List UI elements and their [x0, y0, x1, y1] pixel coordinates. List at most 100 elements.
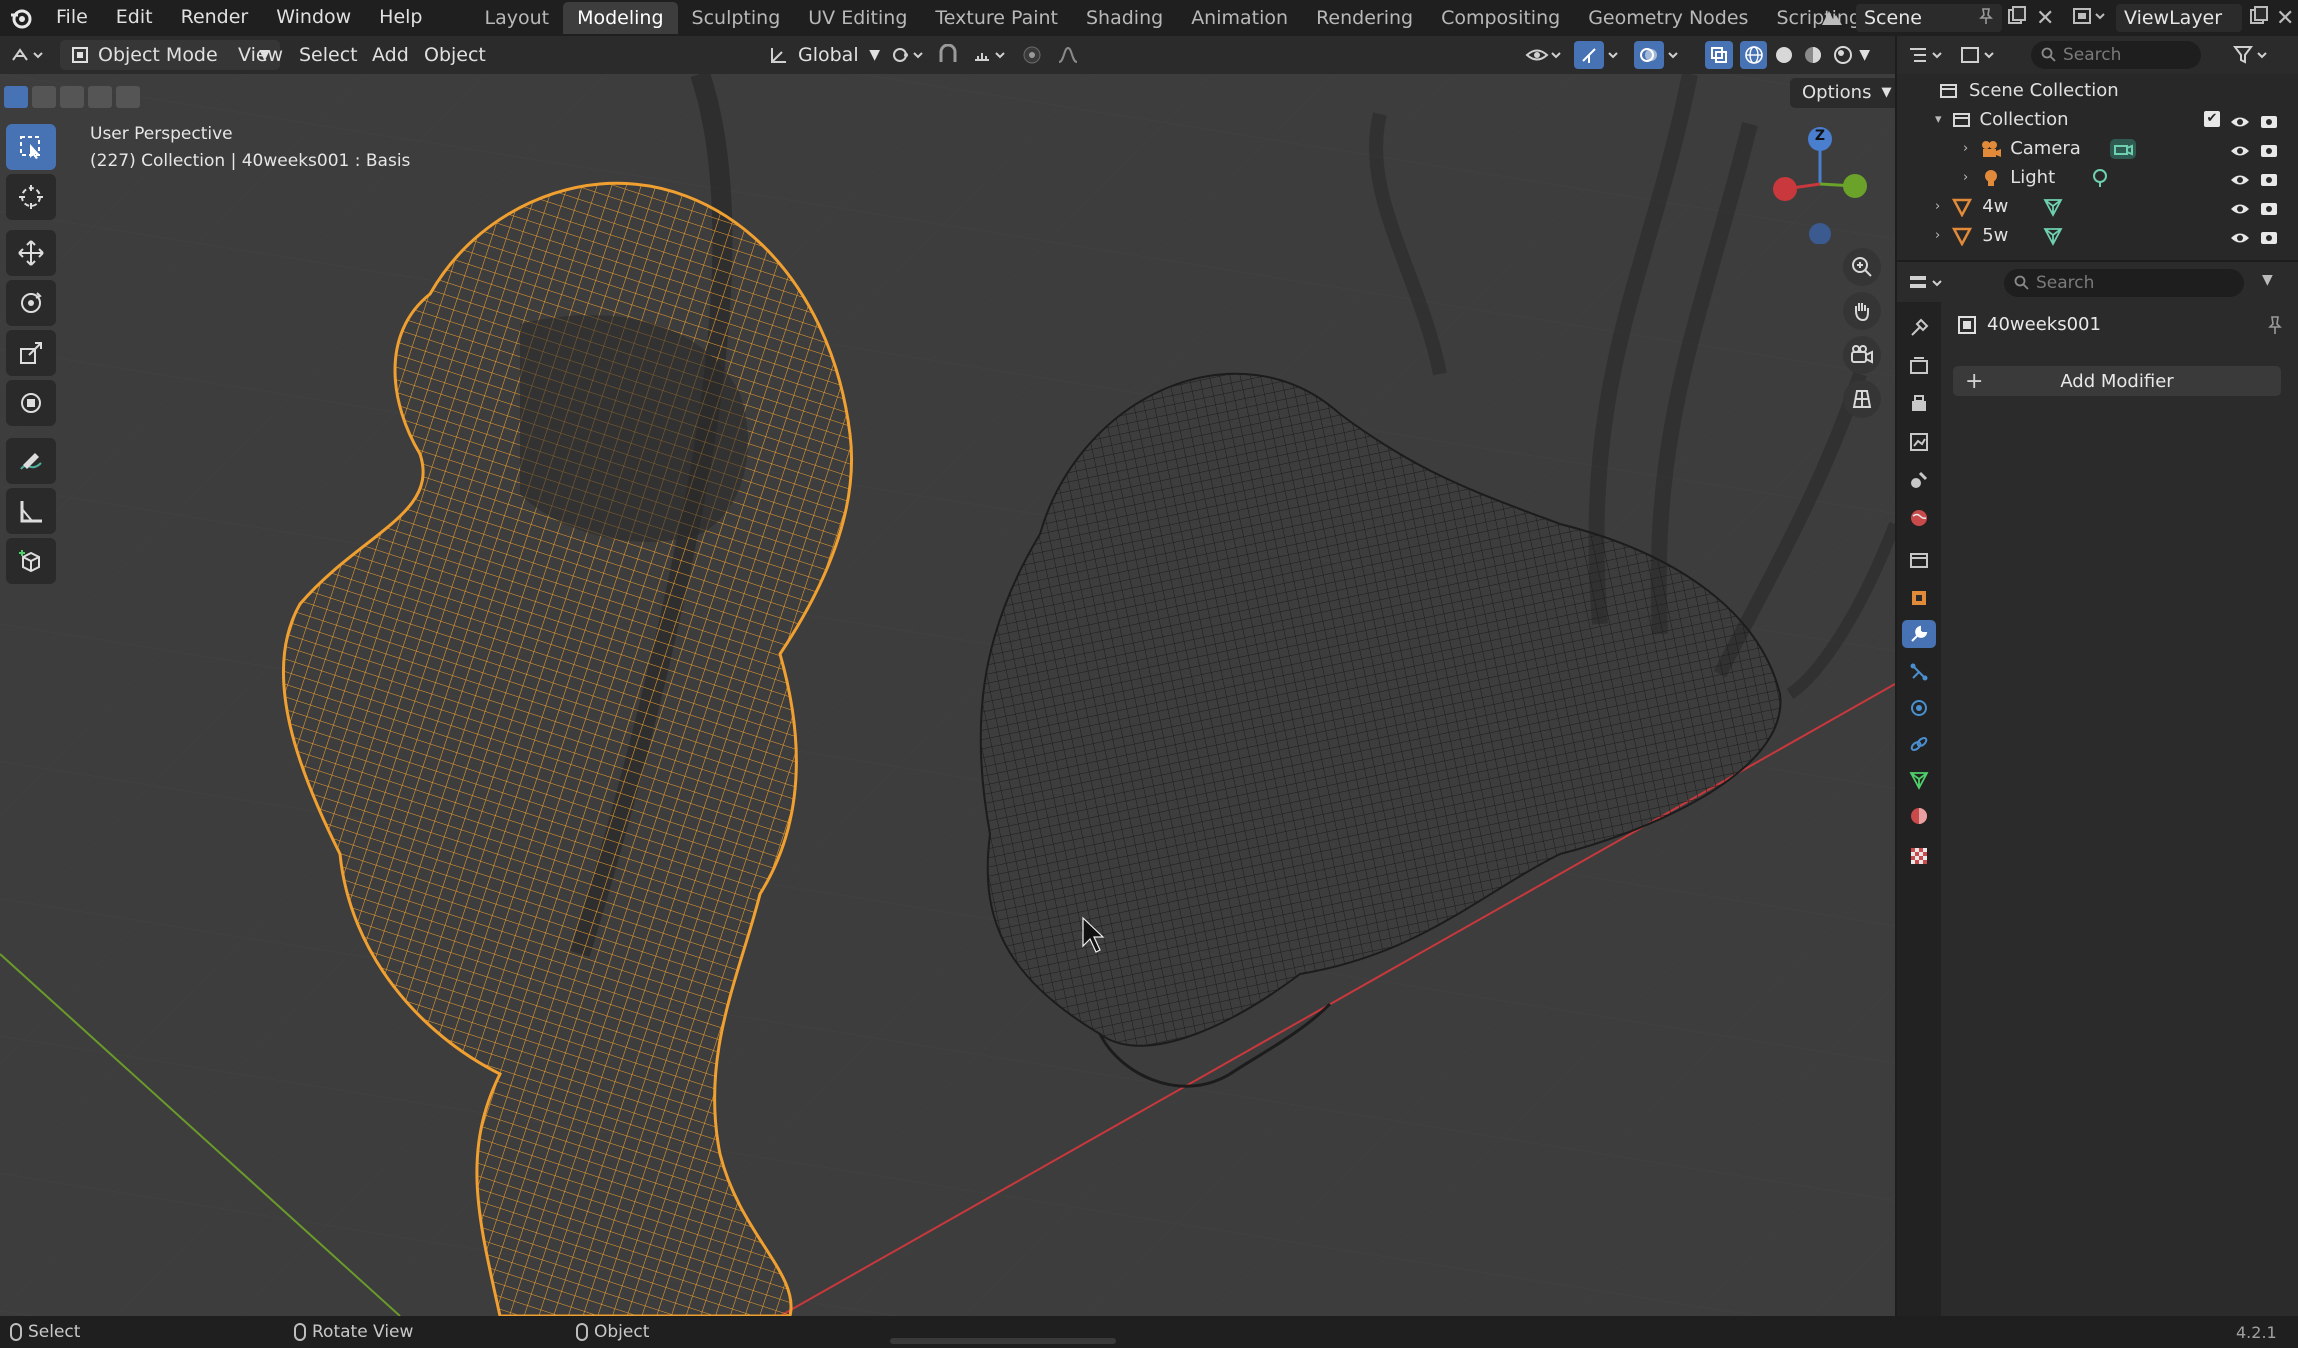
checkbox-icon[interactable]: ✔ — [2204, 111, 2220, 127]
tab-shading[interactable]: Shading — [1072, 2, 1177, 34]
menu-select[interactable]: Select — [299, 40, 358, 70]
overlays-toggle[interactable] — [1634, 40, 1688, 70]
zoom-icon[interactable] — [1843, 248, 1881, 286]
editor-type-button[interactable] — [6, 40, 50, 70]
proportional-falloff-button[interactable] — [1056, 40, 1096, 70]
chevron-down-icon[interactable]: ▼ — [1859, 40, 1870, 70]
tab-rendering[interactable]: Rendering — [1302, 2, 1427, 34]
eye-icon[interactable] — [2230, 141, 2250, 163]
render-camera-icon[interactable] — [2260, 170, 2278, 192]
data-icon[interactable] — [1905, 766, 1933, 794]
annotate-tool-icon[interactable] — [6, 438, 56, 484]
menu-add[interactable]: Add — [372, 40, 409, 70]
expand-chevron-icon[interactable]: › — [1935, 228, 1940, 243]
select-extend-icon[interactable] — [32, 86, 56, 108]
menu-edit[interactable]: Edit — [102, 0, 167, 36]
texture-icon[interactable] — [1905, 842, 1933, 870]
modifier-icon[interactable] — [1902, 620, 1936, 648]
scene-name-field[interactable]: Scene — [1856, 4, 2002, 32]
eye-icon[interactable] — [2230, 170, 2250, 192]
select-box-tool-icon[interactable] — [6, 124, 56, 170]
view-layer-icon[interactable] — [1905, 428, 1933, 456]
tab-compositing[interactable]: Compositing — [1427, 2, 1574, 34]
pin-icon[interactable] — [2266, 315, 2284, 340]
properties-editor-type-icon[interactable] — [1907, 270, 1951, 296]
filter-icon[interactable] — [2232, 42, 2276, 68]
menu-object[interactable]: Object — [424, 40, 486, 70]
world-icon[interactable] — [1905, 504, 1933, 532]
3d-viewport[interactable]: User Perspective (227) Collection | 40we… — [0, 74, 1895, 1316]
tab-uv-editing[interactable]: UV Editing — [794, 2, 921, 34]
tab-geometry-nodes[interactable]: Geometry Nodes — [1574, 2, 1762, 34]
cursor-tool-icon[interactable] — [6, 174, 56, 220]
tab-modeling[interactable]: Modeling — [563, 2, 678, 34]
select-intersect-icon[interactable] — [116, 86, 140, 108]
visibility-dropdown[interactable] — [1524, 40, 1568, 70]
measure-tool-icon[interactable] — [6, 488, 56, 534]
menu-file[interactable]: File — [42, 0, 102, 36]
camera-view-icon[interactable] — [1843, 336, 1881, 374]
delete-scene-icon[interactable]: ✕ — [2036, 6, 2054, 31]
menu-render[interactable]: Render — [167, 0, 263, 36]
material-icon[interactable] — [1905, 802, 1933, 830]
collection-icon[interactable] — [1905, 546, 1933, 574]
select-new-icon[interactable] — [4, 86, 28, 108]
constraints-icon[interactable] — [1905, 730, 1933, 758]
solid-shading-icon[interactable] — [1771, 45, 1796, 65]
tab-layout[interactable]: Layout — [471, 2, 564, 34]
physics-icon[interactable] — [1905, 694, 1933, 722]
blender-logo-icon[interactable] — [0, 0, 42, 36]
options-button[interactable]: Options ▼ — [1790, 78, 1895, 108]
scale-tool-icon[interactable] — [6, 330, 56, 376]
move-tool-icon[interactable] — [6, 230, 56, 276]
tool-icon[interactable] — [1905, 314, 1933, 342]
render-camera-icon[interactable] — [2260, 141, 2278, 163]
material-shading-icon[interactable] — [1801, 45, 1826, 65]
scene-icon[interactable] — [1812, 7, 1852, 29]
output-icon[interactable] — [1905, 390, 1933, 418]
select-subtract-icon[interactable] — [60, 86, 84, 108]
display-mode-icon[interactable] — [1959, 42, 1999, 68]
view-layer-name-field[interactable]: ViewLayer — [2116, 4, 2242, 32]
expand-chevron-icon[interactable]: › — [1935, 199, 1940, 214]
menu-help[interactable]: Help — [365, 0, 436, 36]
pin-icon[interactable] — [1978, 7, 1994, 30]
rendered-shading-icon[interactable] — [1830, 45, 1855, 65]
transform-tool-icon[interactable] — [6, 380, 56, 426]
view-layer-icon[interactable] — [2070, 5, 2110, 32]
hand-pan-icon[interactable] — [1843, 292, 1881, 330]
properties-search-input[interactable]: Search — [2004, 269, 2244, 297]
tab-texture-paint[interactable]: Texture Paint — [921, 2, 1072, 34]
render-camera-icon[interactable] — [2260, 199, 2278, 221]
render-icon[interactable] — [1905, 352, 1933, 380]
snap-target-button[interactable] — [972, 40, 1012, 70]
add-modifier-button[interactable]: + Add Modifier — [1953, 366, 2281, 396]
proportional-edit-toggle[interactable] — [1020, 40, 1054, 70]
menu-window[interactable]: Window — [262, 0, 365, 36]
eye-icon[interactable] — [2230, 228, 2250, 250]
tab-sculpting[interactable]: Sculpting — [678, 2, 795, 34]
expand-chevron-icon[interactable]: › — [1963, 141, 1968, 156]
new-view-layer-icon[interactable] — [2248, 5, 2270, 32]
expand-chevron-icon[interactable]: ▾ — [1935, 112, 1942, 127]
delete-view-layer-icon[interactable]: ✕ — [2276, 6, 2294, 31]
xray-toggle[interactable] — [1704, 40, 1734, 70]
outliner-search-input[interactable]: Search — [2031, 41, 2201, 69]
scene-icon[interactable] — [1905, 466, 1933, 494]
add-cube-tool-icon[interactable] — [6, 538, 56, 584]
tab-animation[interactable]: Animation — [1177, 2, 1302, 34]
outliner-editor-type-icon[interactable] — [1907, 42, 1951, 68]
ortho-grid-icon[interactable] — [1843, 380, 1881, 418]
expand-chevron-icon[interactable]: › — [1963, 170, 1968, 185]
select-invert-icon[interactable] — [88, 86, 112, 108]
transform-orientation-dropdown[interactable]: Global ▼ — [768, 40, 880, 70]
eye-icon[interactable] — [2230, 112, 2250, 134]
wireframe-shading-icon[interactable] — [1740, 41, 1768, 69]
snap-toggle[interactable] — [936, 40, 968, 70]
object-icon[interactable] — [1905, 584, 1933, 612]
eye-icon[interactable] — [2230, 199, 2250, 221]
menu-view[interactable]: View — [238, 40, 283, 70]
gizmo-toggle[interactable] — [1574, 40, 1628, 70]
pivot-point-button[interactable] — [890, 40, 930, 70]
new-scene-icon[interactable] — [2006, 5, 2028, 32]
